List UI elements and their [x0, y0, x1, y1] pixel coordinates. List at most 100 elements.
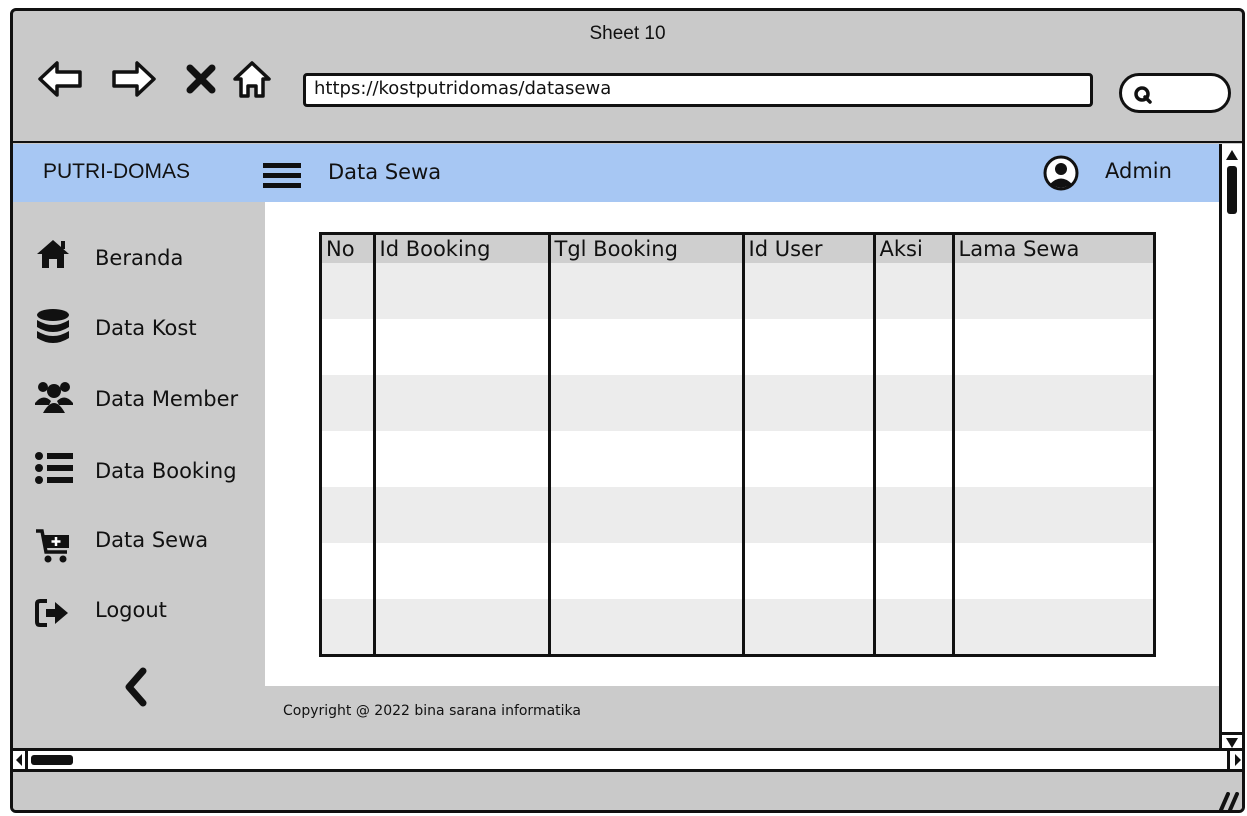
table-cell	[549, 263, 745, 319]
table-cell	[874, 375, 955, 431]
table-cell	[322, 599, 376, 654]
table-cell	[743, 487, 876, 543]
table-cell	[374, 431, 551, 487]
resize-grip-icon[interactable]	[1218, 792, 1240, 810]
horizontal-scrollbar[interactable]	[13, 748, 1242, 772]
browser-window: Sheet 10 https://kostputridomas/datasewa…	[10, 8, 1245, 813]
table-cell	[874, 487, 955, 543]
copyright-text: Copyright @ 2022 bina sarana informatika	[283, 703, 581, 719]
search-icon	[1134, 86, 1152, 104]
sidebar-item-data-booking[interactable]: Data Booking	[13, 445, 265, 495]
table-cell	[953, 375, 1153, 431]
table-cell	[322, 319, 376, 375]
table-cell	[874, 599, 955, 654]
table-cell	[743, 319, 876, 375]
table-cell	[549, 543, 745, 599]
table-cell	[743, 543, 876, 599]
column-header-lama-sewa[interactable]: Lama Sewa	[953, 235, 1153, 263]
table-cell	[743, 431, 876, 487]
sidebar-item-data-kost[interactable]: Data Kost	[13, 302, 265, 352]
data-sewa-table: No Id Booking Tgl Booking Id User Aksi L…	[319, 232, 1156, 657]
table-cell	[953, 599, 1153, 654]
sidebar-item-data-member[interactable]: Data Member	[13, 373, 265, 423]
column-header-aksi[interactable]: Aksi	[874, 235, 955, 263]
url-input[interactable]: https://kostputridomas/datasewa	[303, 73, 1093, 107]
main-content: No Id Booking Tgl Booking Id User Aksi L…	[265, 202, 1219, 686]
table-cell	[549, 375, 745, 431]
scroll-thumb-horizontal	[31, 755, 73, 765]
table-cell	[874, 263, 955, 319]
browser-search-field[interactable]	[1119, 73, 1231, 113]
table-cell	[322, 543, 376, 599]
table-cell	[743, 263, 876, 319]
sidebar-item-label: Data Booking	[95, 459, 237, 483]
column-header-id-user[interactable]: Id User	[743, 235, 876, 263]
app-header: PUTRI-DOMAS Data Sewa Admin	[13, 144, 1219, 202]
sidebar-item-label: Data Kost	[95, 316, 197, 340]
table-cell	[549, 487, 745, 543]
cart-icon	[35, 528, 71, 569]
column-header-no[interactable]: No	[322, 235, 376, 263]
table-cell	[374, 375, 551, 431]
table-cell	[322, 263, 376, 319]
sidebar-item-beranda[interactable]: Beranda	[13, 232, 265, 282]
database-icon	[35, 308, 71, 353]
scroll-up-icon	[1226, 150, 1238, 160]
table-row[interactable]	[322, 375, 1153, 431]
table-cell	[322, 375, 376, 431]
logout-icon	[35, 598, 71, 633]
close-x-icon[interactable]	[185, 63, 217, 100]
forward-arrow-icon[interactable]	[111, 59, 157, 104]
table-cell	[874, 543, 955, 599]
table-cell	[743, 599, 876, 654]
table-row[interactable]	[322, 543, 1153, 599]
user-name[interactable]: Admin	[1105, 159, 1172, 183]
table-cell	[374, 599, 551, 654]
table-cell	[322, 431, 376, 487]
back-arrow-icon[interactable]	[37, 59, 83, 104]
scroll-down-icon	[1226, 738, 1238, 748]
window-title: Sheet 10	[589, 23, 666, 44]
sidebar-item-label: Data Member	[95, 387, 239, 411]
scroll-thumb	[1227, 166, 1237, 214]
scroll-right-icon	[1235, 754, 1241, 766]
vertical-scrollbar[interactable]	[1219, 144, 1242, 752]
table-cell	[374, 263, 551, 319]
sidebar-item-logout[interactable]: Logout	[13, 584, 265, 634]
table-cell	[322, 487, 376, 543]
table-row[interactable]	[322, 599, 1153, 654]
sidebar-item-label: Data Sewa	[95, 528, 209, 552]
table-cell	[874, 319, 955, 375]
table-cell	[549, 599, 745, 654]
header-divider	[13, 141, 1242, 143]
scroll-left-icon	[16, 754, 22, 766]
sidebar-item-label: Beranda	[95, 246, 184, 270]
table-row[interactable]	[322, 319, 1153, 375]
sidebar: Beranda Data Kost Data Member Data Booki…	[13, 202, 265, 752]
table-row[interactable]	[322, 263, 1153, 319]
home-icon[interactable]	[231, 59, 273, 106]
table-cell	[874, 431, 955, 487]
table-cell	[374, 319, 551, 375]
table-cell	[743, 375, 876, 431]
table-row[interactable]	[322, 431, 1153, 487]
sidebar-item-data-sewa[interactable]: Data Sewa	[13, 514, 265, 564]
footer: Copyright @ 2022 bina sarana informatika	[265, 686, 1219, 748]
table-cell	[953, 487, 1153, 543]
list-icon	[35, 451, 73, 490]
column-header-id-booking[interactable]: Id Booking	[374, 235, 551, 263]
hamburger-icon[interactable]	[263, 162, 301, 195]
table-row[interactable]	[322, 487, 1153, 543]
page-title: Data Sewa	[328, 160, 442, 184]
chevron-left-icon[interactable]	[123, 667, 149, 712]
user-circle-icon[interactable]	[1043, 155, 1079, 196]
sidebar-item-label: Logout	[95, 598, 167, 622]
table-cell	[953, 319, 1153, 375]
table-cell	[549, 431, 745, 487]
status-bar	[13, 772, 1242, 810]
brand-name[interactable]: PUTRI-DOMAS	[43, 160, 190, 184]
column-header-tgl-booking[interactable]: Tgl Booking	[549, 235, 745, 263]
home-icon	[35, 238, 71, 275]
table-header-row: No Id Booking Tgl Booking Id User Aksi L…	[322, 235, 1153, 263]
table-cell	[953, 431, 1153, 487]
